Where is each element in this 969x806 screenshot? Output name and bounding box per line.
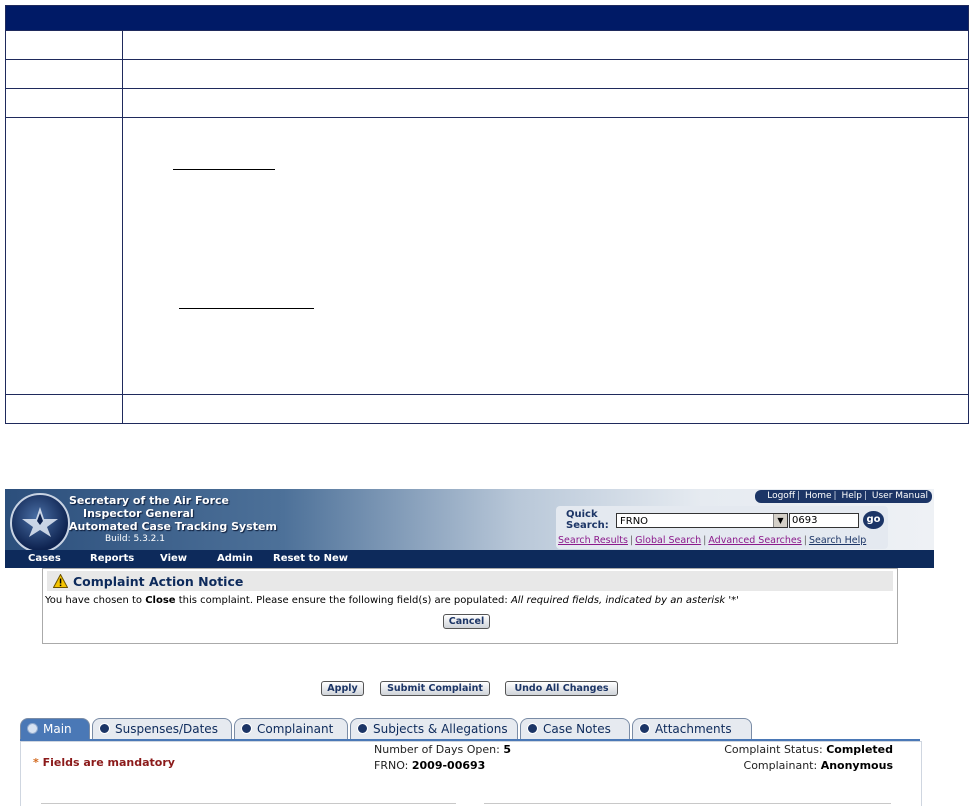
tab-bullet-icon xyxy=(99,723,110,734)
table-header-row xyxy=(5,5,969,31)
complainant-field: Complainant: Anonymous xyxy=(743,759,893,772)
menu-reports[interactable]: Reports xyxy=(90,553,134,564)
complaint-action-notice: Complaint Action Notice You have chosen … xyxy=(42,568,898,644)
table-row xyxy=(5,30,969,60)
air-force-wings-icon xyxy=(22,507,58,537)
notice-header: Complaint Action Notice xyxy=(47,571,893,591)
app-title-line2: Inspector General xyxy=(83,507,194,520)
submit-complaint-button[interactable]: Submit Complaint xyxy=(380,681,490,696)
undo-all-changes-button[interactable]: Undo All Changes xyxy=(505,681,618,696)
tab-bullet-icon xyxy=(639,723,650,734)
global-search-link[interactable]: Global Search xyxy=(635,535,701,546)
search-help-link[interactable]: Search Help xyxy=(809,535,866,546)
tab-bullet-icon xyxy=(527,723,538,734)
tab-main[interactable]: Main xyxy=(20,718,90,740)
frno-field: FRNO: 2009-00693 xyxy=(374,759,486,772)
app-title-line1: Secretary of the Air Force xyxy=(69,494,230,507)
apply-button[interactable]: Apply xyxy=(321,681,364,696)
chevron-down-icon[interactable]: ▼ xyxy=(773,514,787,527)
menu-reset-to-new[interactable]: Reset to New xyxy=(273,553,348,564)
quick-search-links: Search Results | Global Search | Advanced Se… xyxy=(558,535,867,546)
menu-admin[interactable]: Admin xyxy=(217,553,253,564)
table-row xyxy=(5,88,969,118)
home-link[interactable]: Home xyxy=(805,491,832,501)
tab-attachments[interactable]: Attachments xyxy=(632,718,752,740)
tab-suspenses-dates[interactable]: Suspenses/Dates xyxy=(92,718,232,740)
quick-search-field-select[interactable]: FRNO ▼ xyxy=(616,513,788,528)
tab-case-notes[interactable]: Case Notes xyxy=(520,718,630,740)
build-number: Build: 5.3.2.1 xyxy=(105,534,165,544)
help-link[interactable]: Help xyxy=(841,491,862,501)
mandatory-fields-note: * Fields are mandatory xyxy=(33,756,175,769)
cancel-button[interactable]: Cancel xyxy=(443,614,490,629)
top-links-bar: Logoff | Home | Help | User Manual xyxy=(755,490,932,503)
notice-title: Complaint Action Notice xyxy=(73,574,244,589)
tab-bullet-icon xyxy=(357,723,368,734)
app-title-line3: Automated Case Tracking System xyxy=(69,520,277,533)
menu-view[interactable]: View xyxy=(160,553,187,564)
quick-search-label: Quick Search: xyxy=(566,509,609,531)
user-manual-link[interactable]: User Manual xyxy=(872,491,928,501)
section-divider xyxy=(41,803,456,804)
warning-icon xyxy=(53,574,68,588)
advanced-searches-link[interactable]: Advanced Searches xyxy=(708,535,801,546)
quick-search-input[interactable]: 0693 xyxy=(789,513,859,528)
underline-rule xyxy=(173,169,275,170)
quick-search-panel: Quick Search: FRNO ▼ 0693 go Search Resu… xyxy=(556,506,888,549)
tab-complainant[interactable]: Complainant xyxy=(234,718,348,740)
notice-message: You have chosen to Close this complaint.… xyxy=(45,595,739,606)
table-row xyxy=(5,117,969,395)
days-open-field: Number of Days Open: 5 xyxy=(374,743,511,756)
go-button[interactable]: go xyxy=(863,511,884,529)
tab-bar: Main Suspenses/Dates Complainant Subject… xyxy=(20,718,920,740)
air-force-logo xyxy=(10,493,70,553)
search-results-link[interactable]: Search Results xyxy=(558,535,628,546)
main-tab-content: * Fields are mandatory Number of Days Op… xyxy=(20,741,922,806)
complaint-status-field: Complaint Status: Completed xyxy=(724,743,893,756)
section-divider xyxy=(484,803,891,804)
underline-rule xyxy=(179,308,314,309)
table-row xyxy=(5,394,969,424)
app-window: Secretary of the Air Force Inspector Gen… xyxy=(5,489,934,806)
logoff-link[interactable]: Logoff xyxy=(767,491,795,501)
tab-subjects-allegations[interactable]: Subjects & Allegations xyxy=(350,718,518,740)
table-row xyxy=(5,59,969,89)
menu-cases[interactable]: Cases xyxy=(28,553,61,564)
tab-bullet-icon xyxy=(241,723,252,734)
app-header: Secretary of the Air Force Inspector Gen… xyxy=(5,489,934,553)
main-menu-bar: Cases Reports View Admin Reset to New xyxy=(5,550,934,568)
tab-bullet-icon xyxy=(27,723,38,734)
document-table xyxy=(5,5,969,424)
